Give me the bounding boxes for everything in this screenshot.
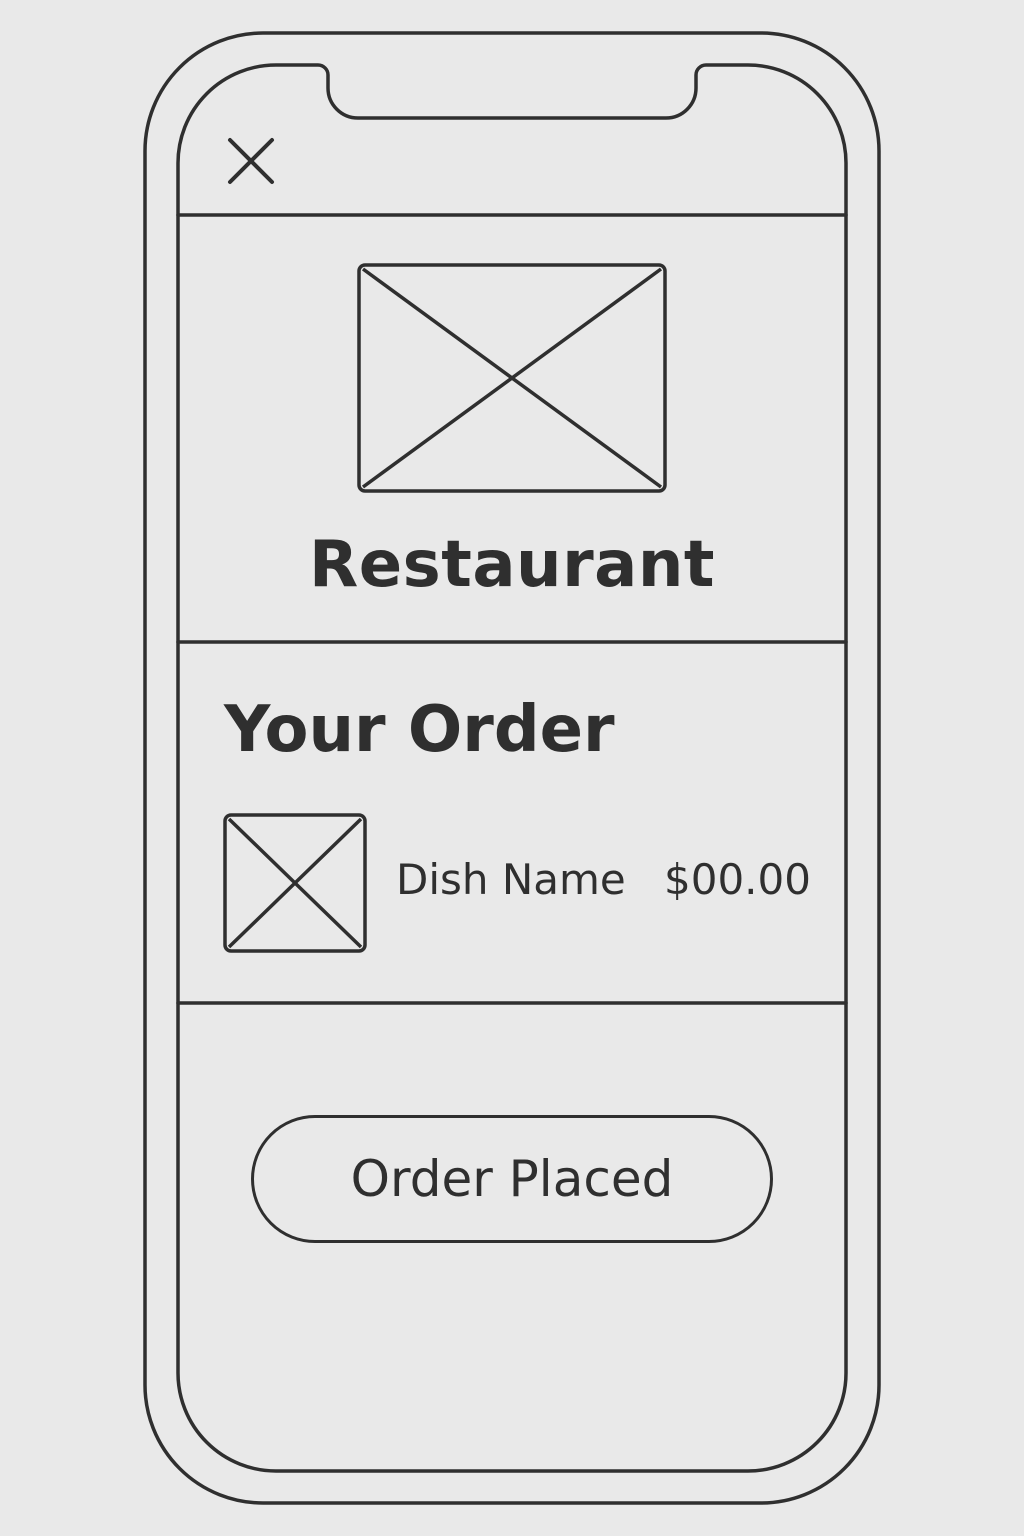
dish-price: $00.00 xyxy=(664,855,811,904)
restaurant-name: Restaurant xyxy=(308,528,716,602)
close-button[interactable] xyxy=(220,130,282,192)
phone-outer-edge xyxy=(143,31,881,1505)
image-placeholder-icon xyxy=(223,813,367,953)
image-placeholder-icon xyxy=(357,263,667,493)
close-icon xyxy=(228,138,274,184)
dish-name: Dish Name xyxy=(396,855,626,904)
order-item: Dish Name $00.00 xyxy=(220,808,830,958)
phone-frame xyxy=(143,31,881,1505)
order-heading: Your Order xyxy=(224,693,615,767)
order-placed-button[interactable]: Order Placed xyxy=(251,1115,773,1243)
app-screen: Restaurant Your Order Dish Name $00.00 O… xyxy=(0,0,1024,1536)
